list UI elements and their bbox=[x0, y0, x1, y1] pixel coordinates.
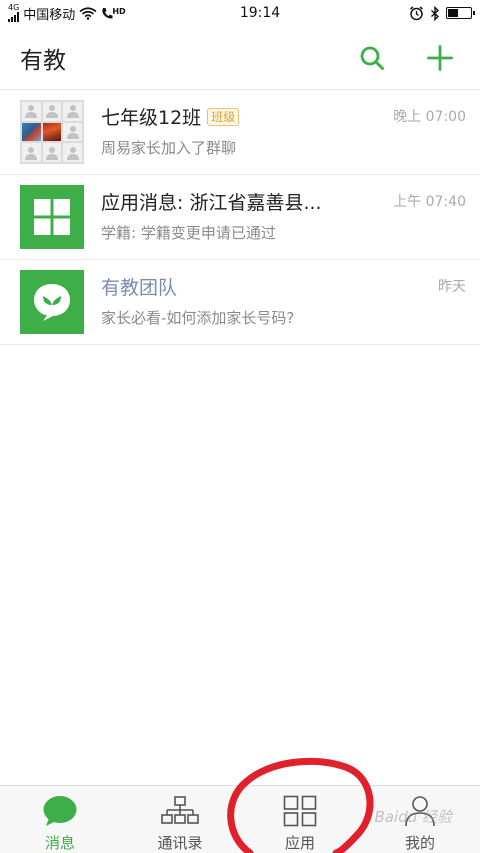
chat-item-class-group[interactable]: 七年级12班 班级 周易家长加入了群聊 晚上 07:00 bbox=[0, 90, 480, 175]
chat-name: 有教团队 bbox=[101, 273, 177, 300]
chat-time: 晚上 07:00 bbox=[393, 109, 466, 125]
team-avatar bbox=[20, 270, 84, 334]
add-button[interactable] bbox=[420, 38, 460, 78]
tab-contacts[interactable]: 通讯录 bbox=[120, 786, 240, 853]
chat-time: 昨天 bbox=[438, 279, 466, 295]
grid-apps-icon bbox=[34, 199, 70, 235]
group-avatar bbox=[20, 100, 84, 164]
tab-messages[interactable]: 消息 bbox=[0, 786, 120, 853]
tab-icon-wrap bbox=[161, 794, 199, 828]
page-title: 有教 bbox=[20, 47, 66, 74]
signal-icon bbox=[8, 12, 19, 22]
chat-list: 七年级12班 班级 周易家长加入了群聊 晚上 07:00 应用消息: 浙江省嘉善… bbox=[0, 90, 480, 345]
tab-icon-wrap bbox=[42, 794, 78, 828]
tab-label: 应用 bbox=[284, 834, 315, 852]
bluetooth-icon bbox=[431, 5, 440, 21]
tab-icon-wrap bbox=[283, 794, 317, 828]
member-avatar-icon bbox=[42, 102, 62, 121]
status-right bbox=[362, 5, 475, 21]
network-indicator: 4G bbox=[8, 4, 19, 22]
alarm-icon bbox=[410, 5, 423, 20]
watermark: Baidu 经验 bbox=[374, 808, 452, 826]
app-header: 有教 bbox=[0, 26, 480, 90]
chat-name: 应用消息: 浙江省嘉善县... bbox=[101, 188, 322, 215]
network-type: 4G bbox=[8, 3, 20, 12]
sprout-logo-icon bbox=[34, 284, 70, 321]
chat-preview: 学籍: 学籍变更申请已通过 bbox=[101, 224, 276, 242]
org-chart-icon bbox=[161, 796, 199, 824]
status-bar: 4G 中国移动 HD 19:14 bbox=[0, 0, 480, 26]
search-button[interactable] bbox=[352, 38, 392, 78]
plus-icon bbox=[427, 44, 453, 71]
hd-call-indicator: HD bbox=[101, 6, 126, 20]
tab-label: 通讯录 bbox=[157, 834, 203, 852]
member-avatar-icon bbox=[22, 143, 41, 162]
class-badge: 班级 bbox=[207, 107, 240, 126]
chat-name: 七年级12班 班级 bbox=[101, 103, 240, 130]
battery-fill bbox=[448, 9, 458, 17]
wifi-icon bbox=[79, 6, 97, 20]
member-avatar-icon bbox=[42, 143, 62, 162]
member-avatar-icon bbox=[63, 143, 82, 162]
member-avatar-icon bbox=[63, 102, 82, 121]
battery-icon bbox=[446, 7, 475, 19]
chat-name-text: 七年级12班 bbox=[101, 107, 202, 129]
chat-item-team[interactable]: 有教团队 家长必看-如何添加家长号码? 昨天 bbox=[0, 260, 480, 345]
app-messages-avatar bbox=[20, 185, 84, 249]
chat-preview: 周易家长加入了群聊 bbox=[101, 139, 237, 157]
tab-apps[interactable]: 应用 bbox=[240, 786, 360, 853]
chat-name-text: 有教团队 bbox=[101, 277, 178, 299]
status-time: 19:14 bbox=[239, 5, 281, 21]
tab-label: 我的 bbox=[404, 834, 435, 852]
carrier-name: 中国移动 bbox=[23, 7, 76, 23]
member-avatar-icon bbox=[22, 102, 41, 121]
hd-label: HD bbox=[112, 6, 126, 16]
search-icon bbox=[360, 46, 384, 70]
tab-label: 消息 bbox=[44, 834, 75, 852]
member-photo bbox=[42, 122, 62, 142]
member-photo bbox=[22, 122, 41, 142]
chat-time: 上午 07:40 bbox=[393, 194, 466, 210]
chat-bubble-icon bbox=[43, 796, 77, 826]
chat-item-app-messages[interactable]: 应用消息: 浙江省嘉善县... 学籍: 学籍变更申请已通过 上午 07:40 bbox=[0, 175, 480, 260]
member-avatar-icon bbox=[63, 122, 82, 142]
apps-grid-icon bbox=[283, 795, 317, 827]
chat-name-text: 应用消息: 浙江省嘉善县... bbox=[101, 192, 322, 214]
chat-preview: 家长必看-如何添加家长号码? bbox=[101, 309, 295, 327]
